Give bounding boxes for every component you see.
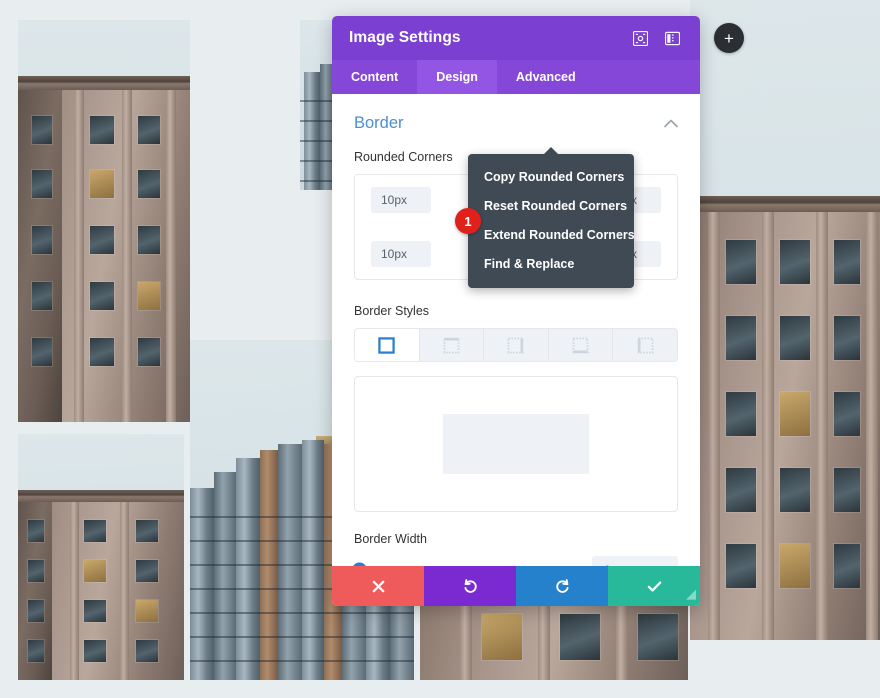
redo-button[interactable]: [516, 566, 608, 606]
step-badge: 1: [455, 208, 481, 234]
corner-bottom-left-input[interactable]: 10px: [371, 241, 431, 267]
fullscreen-icon[interactable]: [629, 27, 651, 49]
photo-stone-facade-lower-right[interactable]: [420, 600, 688, 680]
photo-stone-facade-right[interactable]: [690, 0, 880, 640]
menu-item-copy-rounded-corners[interactable]: Copy Rounded Corners: [468, 163, 634, 192]
border-style-bottom-icon[interactable]: [548, 329, 614, 361]
layout-toggle-icon[interactable]: [661, 27, 683, 49]
border-style-all-icon[interactable]: [355, 329, 420, 361]
chevron-up-icon[interactable]: [664, 119, 678, 128]
menu-item-find-and-replace[interactable]: Find & Replace: [468, 250, 634, 279]
close-icon: [372, 580, 384, 592]
border-preview-swatch: [443, 414, 589, 474]
border-style-left-icon[interactable]: [613, 329, 677, 361]
border-preview: [354, 376, 678, 512]
undo-button[interactable]: [424, 566, 516, 606]
border-styles-group: [354, 328, 678, 362]
cancel-button[interactable]: [332, 566, 424, 606]
building-facade: [690, 0, 880, 640]
corner-top-left-input[interactable]: 10px: [371, 187, 431, 213]
tab-advanced[interactable]: Advanced: [497, 60, 595, 94]
border-width-row: 0px: [352, 556, 678, 566]
border-width-input[interactable]: 0px: [592, 556, 678, 566]
tab-content[interactable]: Content: [332, 60, 417, 94]
building-facade: [18, 434, 184, 680]
add-module-button[interactable]: +: [714, 23, 744, 53]
photo-stone-facade-large[interactable]: [18, 20, 190, 422]
menu-item-extend-rounded-corners[interactable]: Extend Rounded Corners: [468, 221, 635, 250]
section-title: Border: [354, 113, 404, 132]
undo-icon: [463, 578, 477, 593]
plus-icon: +: [724, 28, 734, 48]
border-width-label: Border Width: [354, 532, 427, 546]
border-style-top-icon[interactable]: [419, 329, 485, 361]
modal-tabs: Content Design Advanced: [332, 60, 700, 94]
photo-stone-facade-lower-left[interactable]: [18, 434, 184, 680]
building-facade: [420, 600, 688, 680]
tab-design[interactable]: Design: [417, 60, 497, 94]
menu-item-reset-rounded-corners[interactable]: Reset Rounded Corners: [468, 192, 634, 221]
resize-grip[interactable]: ◢: [686, 586, 696, 602]
building-facade: [18, 20, 190, 422]
image-settings-modal: Image Settings Content Design Advanced B…: [332, 16, 700, 606]
check-icon: [647, 580, 661, 592]
rounded-corners-context-menu: Copy Rounded Corners Reset Rounded Corne…: [468, 154, 635, 288]
border-style-right-icon[interactable]: [484, 329, 549, 361]
modal-header: Image Settings: [332, 16, 700, 60]
border-section-header[interactable]: Border: [354, 100, 678, 146]
page-title: Image Settings: [349, 29, 461, 46]
modal-footer: ◢: [332, 566, 700, 606]
slider-handle[interactable]: [352, 562, 367, 566]
save-button[interactable]: ◢: [608, 566, 700, 606]
border-styles-label: Border Styles: [354, 304, 430, 318]
redo-icon: [555, 578, 569, 593]
